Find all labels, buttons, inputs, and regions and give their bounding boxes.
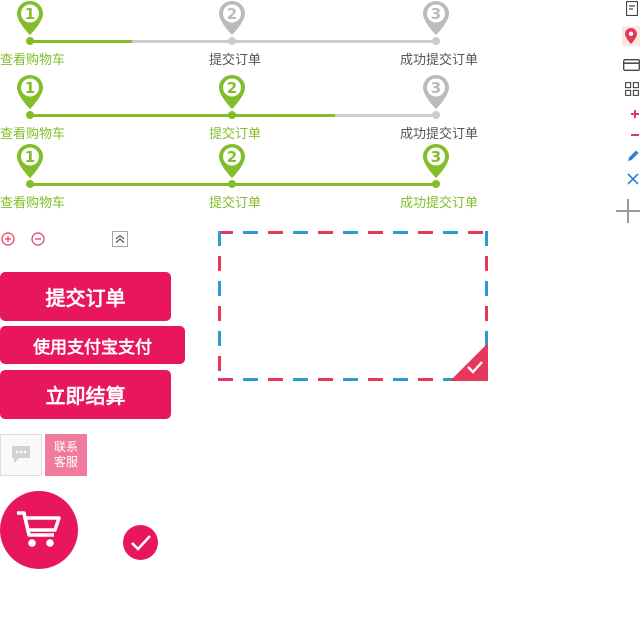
step-pin-icon: 2 [218,74,246,110]
step-label: 查看购物车 [0,196,66,211]
step-label: 提交订单 [209,127,262,142]
cart-button[interactable] [0,491,78,569]
card-icon[interactable] [622,58,640,72]
step-number: 3 [431,5,441,23]
step-number: 1 [25,5,35,23]
airmail-border [218,231,488,381]
step-label: 成功提交订单 [400,53,479,68]
step-dot [228,180,236,188]
step-pin-icon: 1 [16,74,44,110]
progress-fill [30,114,335,117]
shopping-cart-icon [17,511,61,547]
step-label: 查看购物车 [0,53,66,68]
progress-stepper-2: 1 2 3 查看购物车 提交订单 成功提交订单 [0,74,480,144]
step-label: 成功提交订单 [400,127,479,142]
grid-icon[interactable] [624,81,640,97]
step-dot [228,111,236,119]
checkout-button[interactable]: 立即结算 [0,370,171,419]
plus-circle-icon[interactable] [1,231,15,246]
step-pin-icon: 2 [218,143,246,179]
check-button[interactable] [123,525,158,560]
corner-check-badge [450,343,488,381]
step-pin-icon: 2 [218,0,246,36]
step-number: 1 [25,148,35,166]
alipay-button[interactable]: 使用支付宝支付 [0,326,185,364]
step-label: 成功提交订单 [400,196,479,211]
progress-stepper-1: 1 2 3 查看购物车 提交订单 成功提交订单 [0,0,480,70]
contact-label-line1: 联系 [53,440,78,454]
step-number: 3 [431,79,441,97]
minus-circle-icon[interactable] [31,231,45,246]
step-dot [432,180,440,188]
step-pin-icon: 1 [16,0,44,36]
edit-pencil-icon[interactable] [626,148,640,162]
document-icon[interactable] [625,0,639,16]
step-dot [432,111,440,119]
minus-icon[interactable] [630,130,640,140]
check-icon [130,534,151,551]
step-dot [26,37,34,45]
step-number: 1 [25,79,35,97]
step-pin-icon: 1 [16,143,44,179]
progress-fill [30,40,132,43]
step-label: 查看购物车 [0,127,66,142]
step-dot [432,37,440,45]
location-pin-icon[interactable] [622,26,640,46]
submit-order-button[interactable]: 提交订单 [0,272,171,321]
chat-bubble-icon [12,446,30,463]
add-large-icon[interactable] [616,198,640,224]
step-number: 2 [227,5,237,23]
contact-service-button[interactable]: 联系 客服 [45,434,87,476]
step-number: 2 [227,79,237,97]
step-number: 2 [227,148,237,166]
step-pin-icon: 3 [422,74,450,110]
progress-stepper-3: 1 2 3 查看购物车 提交订单 成功提交订单 [0,143,480,213]
selected-address-card[interactable] [218,231,488,381]
step-dot [228,37,236,45]
step-label: 提交订单 [209,196,262,211]
double-chevron-up-icon[interactable] [112,231,128,247]
step-number: 3 [431,148,441,166]
step-pin-icon: 3 [422,143,450,179]
close-icon[interactable] [626,172,640,186]
step-pin-icon: 3 [422,0,450,36]
step-dot [26,180,34,188]
contact-label-line2: 客服 [53,455,78,469]
step-label: 提交订单 [209,53,262,68]
step-dot [26,111,34,119]
plus-icon[interactable] [630,108,640,120]
chat-button[interactable] [0,434,42,476]
